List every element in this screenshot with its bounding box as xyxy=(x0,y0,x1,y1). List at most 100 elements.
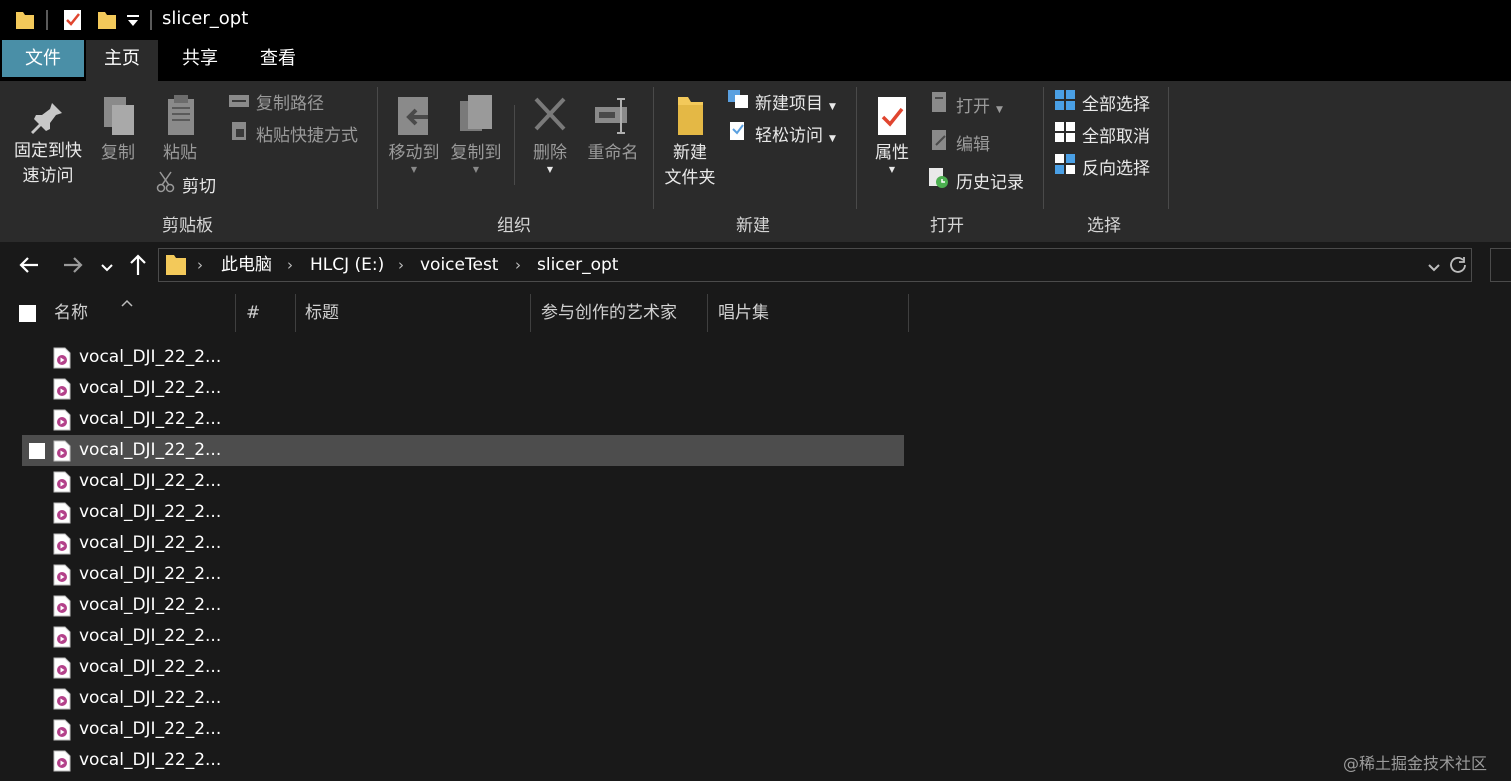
tab-share[interactable]: 共享 xyxy=(164,40,236,77)
easy-access-button[interactable]: 轻松访问 ▼ xyxy=(727,121,836,151)
file-row-selected[interactable]: vocal_DJI_22_2... xyxy=(22,435,904,466)
file-name: vocal_DJI_22_2... xyxy=(79,657,222,677)
file-name: vocal_DJI_22_2... xyxy=(79,626,222,646)
back-arrow-icon[interactable] xyxy=(18,254,40,281)
column-artist[interactable]: 参与创作的艺术家 xyxy=(541,292,677,334)
customize-toolbar-icon[interactable] xyxy=(126,13,140,33)
address-dropdown-icon[interactable] xyxy=(1427,259,1441,279)
delete-button[interactable]: 删除 ▼ xyxy=(524,93,576,174)
copy-path-button[interactable]: 复制路径 xyxy=(228,89,324,119)
paste-icon xyxy=(154,93,206,141)
move-to-label: 移动到 xyxy=(388,143,440,163)
select-all-checkbox[interactable] xyxy=(19,305,36,322)
audio-file-icon xyxy=(53,409,71,436)
file-row[interactable]: vocal_DJI_22_2... xyxy=(22,590,904,621)
file-name: vocal_DJI_22_2... xyxy=(79,719,222,739)
copy-to-icon xyxy=(446,93,506,141)
breadcrumb-this-pc[interactable]: 此电脑 xyxy=(221,249,272,281)
breadcrumb-drive[interactable]: HLCJ (E:) xyxy=(310,249,384,281)
breadcrumb-voicetest[interactable]: voiceTest xyxy=(420,249,498,281)
cut-button[interactable]: 剪切 xyxy=(156,171,216,201)
pin-to-quick-access-button[interactable]: 固定到快 速访问 xyxy=(8,99,88,189)
column-divider[interactable] xyxy=(295,294,296,332)
audio-file-icon xyxy=(53,657,71,684)
copy-to-button[interactable]: 复制到 ▼ xyxy=(446,93,506,174)
tab-home[interactable]: 主页 xyxy=(86,40,158,81)
file-name: vocal_DJI_22_2... xyxy=(79,595,222,615)
refresh-icon[interactable] xyxy=(1449,256,1467,279)
file-name: vocal_DJI_22_2... xyxy=(79,750,222,770)
rename-label: 重命名 xyxy=(587,143,639,163)
file-row[interactable]: vocal_DJI_22_2... xyxy=(22,373,904,404)
delete-x-icon xyxy=(524,93,576,141)
forward-arrow-icon[interactable] xyxy=(62,254,84,281)
recent-locations-chevron-icon[interactable] xyxy=(100,259,114,279)
breadcrumb-current-folder[interactable]: slicer_opt xyxy=(537,249,618,281)
column-number[interactable]: # xyxy=(246,292,260,334)
copy-button[interactable]: 复制 xyxy=(92,93,144,166)
file-row[interactable]: vocal_DJI_22_2... xyxy=(22,342,904,373)
column-divider[interactable] xyxy=(908,294,909,332)
file-row[interactable]: vocal_DJI_22_2... xyxy=(22,652,904,683)
select-all-button[interactable]: 全部选择 xyxy=(1054,89,1150,119)
search-box[interactable] xyxy=(1490,248,1511,282)
column-album[interactable]: 唱片集 xyxy=(718,292,769,334)
rename-icon xyxy=(582,93,644,141)
file-row[interactable]: vocal_DJI_22_2... xyxy=(22,466,904,497)
breadcrumb-separator-icon[interactable]: › xyxy=(197,249,203,281)
column-divider[interactable] xyxy=(235,294,236,332)
new-folder-quick-icon[interactable] xyxy=(96,9,118,36)
audio-file-icon xyxy=(53,626,71,653)
rename-button[interactable]: 重命名 xyxy=(582,93,644,166)
file-row[interactable]: vocal_DJI_22_2... xyxy=(22,621,904,652)
new-group-label: 新建 xyxy=(736,216,770,236)
open-button[interactable]: 打开 ▼ xyxy=(930,91,1003,121)
folder-icon xyxy=(165,253,187,282)
move-to-button[interactable]: 移动到 ▼ xyxy=(384,93,444,174)
divider xyxy=(46,10,48,30)
file-row[interactable]: vocal_DJI_22_2... xyxy=(22,404,904,435)
copy-path-label: 复制路径 xyxy=(256,94,324,114)
file-name: vocal_DJI_22_2... xyxy=(79,688,222,708)
file-row[interactable]: vocal_DJI_22_2... xyxy=(22,683,904,714)
new-folder-button[interactable]: 新建 文件夹 xyxy=(658,93,722,191)
breadcrumb-separator-icon[interactable]: › xyxy=(515,249,521,281)
column-title[interactable]: 标题 xyxy=(305,292,339,334)
edit-button[interactable]: 编辑 xyxy=(930,129,990,159)
up-arrow-icon[interactable] xyxy=(127,253,149,282)
column-divider[interactable] xyxy=(530,294,531,332)
paste-button[interactable]: 粘贴 xyxy=(154,93,206,166)
history-button[interactable]: 历史记录 xyxy=(928,167,1024,197)
breadcrumb-separator-icon[interactable]: › xyxy=(398,249,404,281)
open-icon xyxy=(930,91,950,123)
column-divider[interactable] xyxy=(707,294,708,332)
tab-file[interactable]: 文件 xyxy=(2,40,84,77)
ribbon-tab-bar: 文件 主页 共享 查看 xyxy=(0,40,1511,81)
file-row[interactable]: vocal_DJI_22_2... xyxy=(22,528,904,559)
audio-file-icon xyxy=(53,502,71,529)
new-item-button[interactable]: 新建项目 ▼ xyxy=(727,89,836,119)
history-label: 历史记录 xyxy=(956,173,1024,193)
file-row[interactable]: vocal_DJI_22_2... xyxy=(22,745,904,776)
select-all-icon xyxy=(1054,89,1076,121)
invert-selection-button[interactable]: 反向选择 xyxy=(1054,153,1150,183)
file-name: vocal_DJI_22_2... xyxy=(79,378,222,398)
dropdown-arrow-icon: ▼ xyxy=(996,105,1003,115)
breadcrumb-separator-icon[interactable]: › xyxy=(287,249,293,281)
paste-shortcut-button[interactable]: 粘贴快捷方式 xyxy=(228,121,358,151)
row-checkbox[interactable] xyxy=(29,443,45,459)
file-row[interactable]: vocal_DJI_22_2... xyxy=(22,497,904,528)
properties-quick-icon[interactable] xyxy=(62,8,84,37)
new-item-icon xyxy=(727,89,749,119)
select-none-button[interactable]: 全部取消 xyxy=(1054,121,1150,151)
properties-button[interactable]: 属性 ▼ xyxy=(864,93,920,174)
watermark: @稀土掘金技术社区 xyxy=(1343,754,1488,773)
column-name[interactable]: 名称 xyxy=(54,292,88,334)
address-bar[interactable]: › 此电脑 › HLCJ (E:) › voiceTest › slicer_o… xyxy=(158,248,1472,282)
select-none-icon xyxy=(1054,121,1076,153)
file-row[interactable]: vocal_DJI_22_2... xyxy=(22,714,904,745)
file-row[interactable]: vocal_DJI_22_2... xyxy=(22,559,904,590)
audio-file-icon xyxy=(53,719,71,746)
tab-view[interactable]: 查看 xyxy=(242,40,314,77)
file-name: vocal_DJI_22_2... xyxy=(79,471,222,491)
